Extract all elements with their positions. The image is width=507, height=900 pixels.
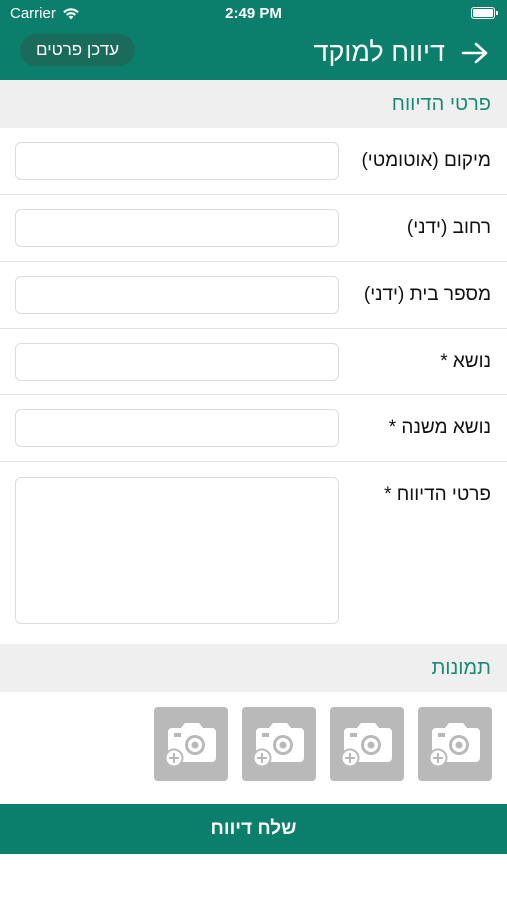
- details-label: פרטי הדיווח *: [384, 484, 491, 505]
- section-header-photos: תמונות: [0, 644, 507, 692]
- send-report-button[interactable]: שלח דיווח: [0, 804, 507, 854]
- add-camera-icon: [428, 723, 480, 768]
- arrow-right-icon: [461, 42, 488, 64]
- add-photo-button[interactable]: [242, 707, 316, 781]
- subject-label: נושא *: [440, 351, 491, 372]
- street-label: רחוב (ידני): [406, 217, 491, 238]
- sub-subject-label: נושא משנה *: [388, 417, 491, 438]
- update-details-button[interactable]: עדכן פרטים: [20, 34, 136, 66]
- section-header-details: פרטי הדיווח: [0, 80, 507, 128]
- form-row-sub-subject: נושא משנה *: [0, 395, 507, 462]
- add-photo-button[interactable]: [330, 707, 404, 781]
- details-textarea[interactable]: [15, 477, 339, 624]
- street-input[interactable]: [15, 209, 339, 247]
- photos-row: [0, 692, 507, 804]
- form-row-location: מיקום (אוטומטי): [0, 128, 507, 195]
- section-title-details: פרטי הדיווח: [391, 92, 491, 115]
- house-number-input[interactable]: [15, 276, 339, 314]
- battery-icon: [471, 7, 498, 19]
- section-title-photos: תמונות: [431, 656, 491, 679]
- form-row-details: פרטי הדיווח *: [0, 462, 507, 644]
- status-time: 2:49 PM: [225, 5, 282, 22]
- sub-subject-input[interactable]: [15, 409, 339, 447]
- back-button[interactable]: [459, 38, 491, 68]
- add-camera-icon: [252, 723, 304, 768]
- form-row-subject: נושא *: [0, 329, 507, 395]
- location-label: מיקום (אוטומטי): [361, 150, 491, 171]
- page-title: דיווח למוקד: [313, 37, 446, 67]
- add-photo-button[interactable]: [154, 707, 228, 781]
- house-number-label: מספר בית (ידני): [363, 284, 491, 305]
- add-photo-button[interactable]: [418, 707, 492, 781]
- form-row-street: רחוב (ידני): [0, 195, 507, 262]
- add-camera-icon: [340, 723, 392, 768]
- form-row-house-number: מספר בית (ידני): [0, 262, 507, 329]
- add-camera-icon: [164, 723, 216, 768]
- status-bar: Carrier 2:49 PM: [0, 0, 507, 28]
- subject-input[interactable]: [15, 343, 339, 381]
- location-input[interactable]: [15, 142, 339, 180]
- nav-bar: דיווח למוקד עדכן פרטים: [0, 28, 507, 80]
